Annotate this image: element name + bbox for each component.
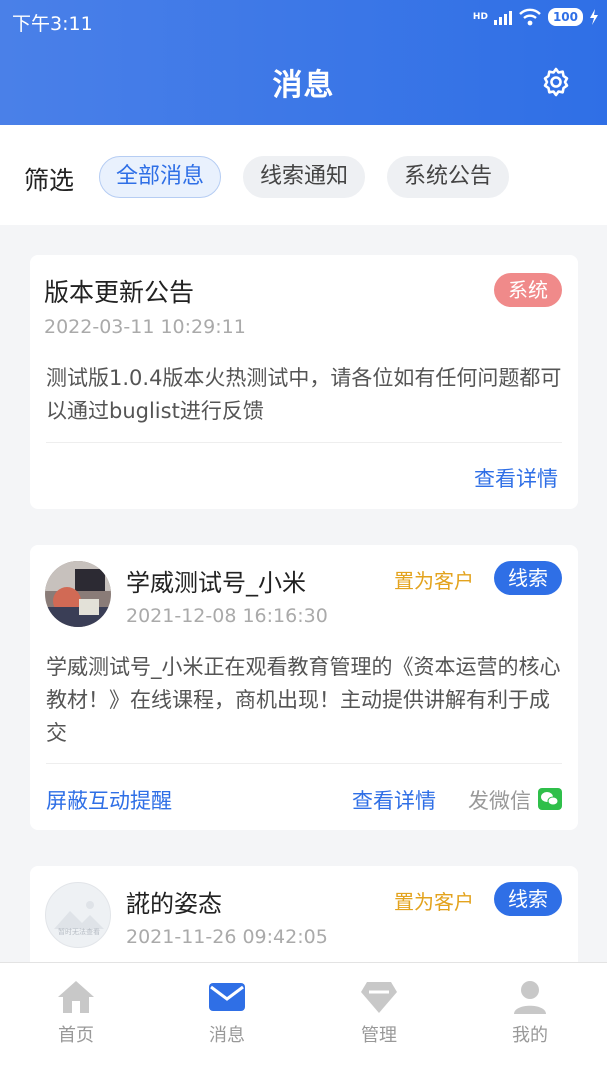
tab-label: 消息 <box>209 1025 245 1046</box>
lead-tag: 线索 <box>494 882 562 916</box>
tab-label: 首页 <box>58 1025 94 1046</box>
network-type-label: HD <box>472 12 488 22</box>
chip-all-messages[interactable]: 全部消息 <box>99 156 222 198</box>
wechat-icon[interactable] <box>538 788 562 810</box>
status-indicators: HD 100 <box>473 8 599 26</box>
tab-label: 管理 <box>361 1025 397 1046</box>
filter-bar: 筛选 全部消息 线索通知 系统公告 <box>0 125 607 225</box>
charging-icon <box>590 9 598 25</box>
page-title: 消息 <box>272 68 335 103</box>
home-icon <box>58 981 94 1013</box>
tab-home[interactable]: 首页 <box>36 979 116 1047</box>
gear-icon[interactable] <box>540 66 572 98</box>
message-body: 学威测试号_小米正在观看教育管理的《资本运营的核心教材！》在线课程，商机出现！主… <box>46 655 561 745</box>
message-card-lead[interactable]: 暂时无法查看 誮的姿态 置为客户 线索 2021-11-26 09:42:05 <box>30 866 578 962</box>
message-body: 测试版1.0.4版本火热测试中，请各位如有任何问题都可以通过buglist进行反… <box>46 366 562 423</box>
view-details-link[interactable]: 查看详情 <box>474 463 558 493</box>
avatar: 暂时无法查看 <box>45 882 111 948</box>
tab-label: 我的 <box>512 1025 548 1046</box>
chip-lead-notice[interactable]: 线索通知 <box>243 156 366 198</box>
message-card-lead[interactable]: 学威测试号_小米 置为客户 线索 2021-12-08 16:16:30 学威测… <box>30 545 578 830</box>
card-divider <box>46 763 562 764</box>
bottom-tab-bar: 首页 消息 管理 我的 <box>0 962 607 1080</box>
chip-system-announcement[interactable]: 系统公告 <box>387 156 510 198</box>
tab-manage[interactable]: 管理 <box>339 979 419 1047</box>
message-title: 版本更新公告 <box>44 278 195 307</box>
message-icon <box>209 983 245 1011</box>
message-time: 2021-11-26 09:42:05 <box>126 926 328 948</box>
battery-indicator: 100 <box>547 8 583 26</box>
avatar <box>45 561 111 627</box>
status-time: 下午3:11 <box>12 13 93 35</box>
message-time: 2021-12-08 16:16:30 <box>126 605 328 627</box>
set-as-customer-button[interactable]: 置为客户 <box>394 886 474 915</box>
diamond-icon <box>361 982 397 1013</box>
lead-name: 誮的姿态 <box>126 890 222 918</box>
card-divider <box>46 442 562 443</box>
tab-messages[interactable]: 消息 <box>187 979 267 1047</box>
set-as-customer-button[interactable]: 置为客户 <box>394 565 474 594</box>
signal-icon <box>493 9 512 25</box>
send-wechat-link[interactable]: 发微信 <box>468 785 531 815</box>
system-tag: 系统 <box>494 273 562 307</box>
status-bar: 下午3:11 HD 100 <box>0 0 607 40</box>
lead-name: 学威测试号_小米 <box>126 569 306 597</box>
tab-mine[interactable]: 我的 <box>490 979 570 1047</box>
message-card-system[interactable]: 版本更新公告 系统 2022-03-11 10:29:11 测试版1.0.4版本… <box>30 255 578 509</box>
view-details-link[interactable]: 查看详情 <box>352 785 436 815</box>
avatar-placeholder-text: 暂时无法查看 <box>58 928 100 936</box>
app-header: 下午3:11 HD 100 消息 <box>0 0 607 125</box>
wifi-icon <box>519 8 541 26</box>
lead-tag: 线索 <box>494 561 562 595</box>
filter-label: 筛选 <box>24 166 75 195</box>
message-time: 2022-03-11 10:29:11 <box>44 316 246 338</box>
user-icon <box>514 981 546 1014</box>
block-interaction-link[interactable]: 屏蔽互动提醒 <box>46 785 172 815</box>
